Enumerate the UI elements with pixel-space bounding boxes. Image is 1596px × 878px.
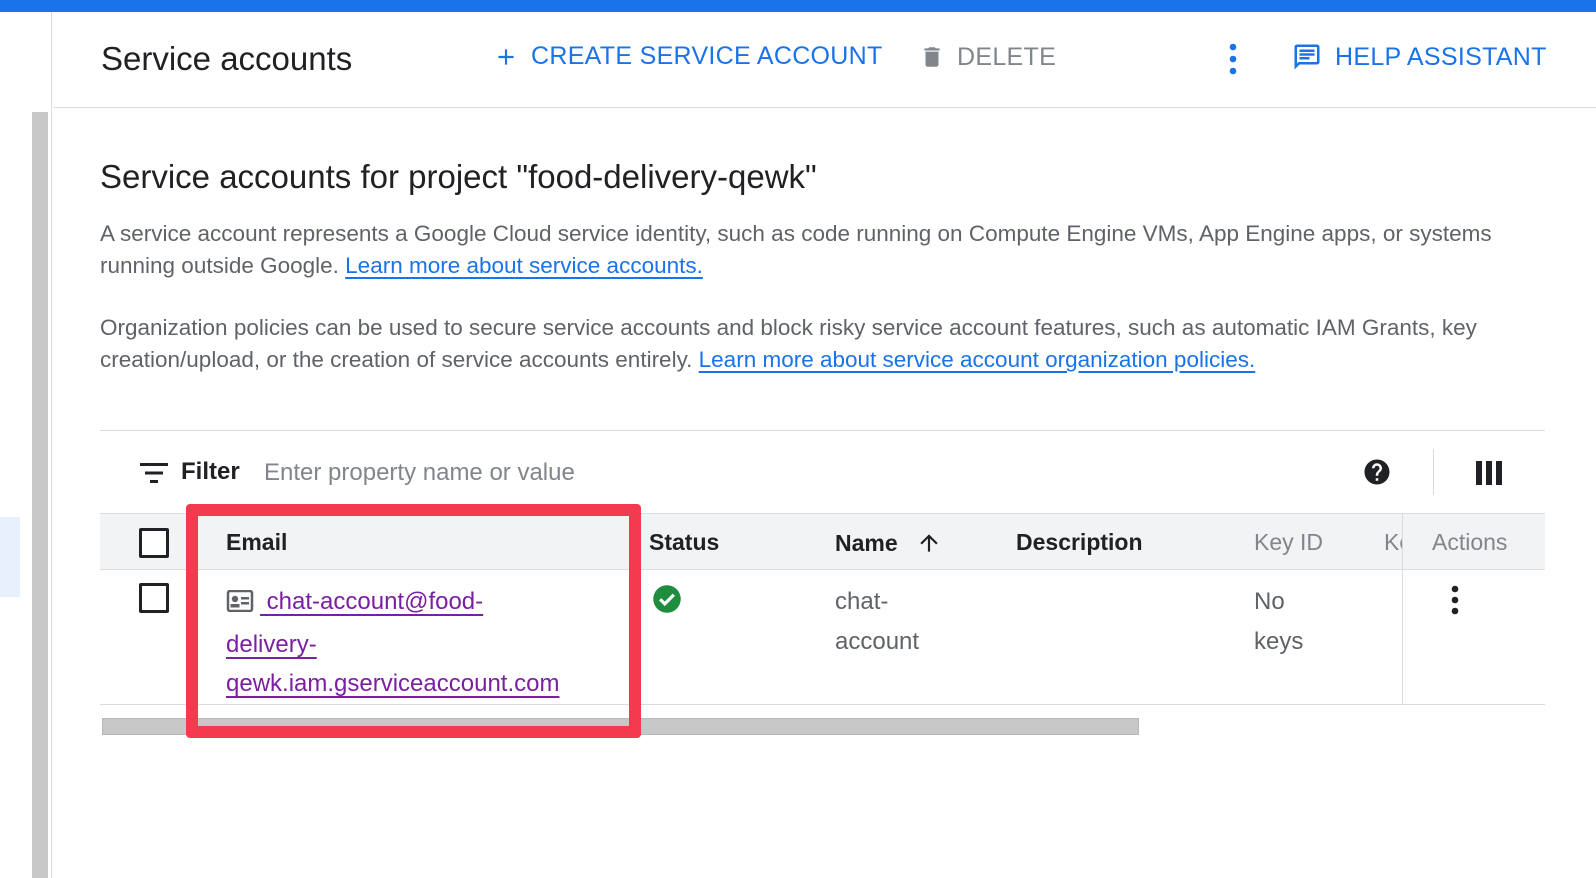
left-nav-rail — [0, 12, 52, 878]
page-header: Service accounts CREATE SERVICE ACCOUNT … — [53, 12, 1596, 108]
learn-more-org-policies-link[interactable]: Learn more about service account organiz… — [699, 347, 1256, 372]
section-title: Service accounts for project "food-deliv… — [100, 158, 817, 195]
column-header-email[interactable]: Email — [226, 529, 287, 556]
nav-selection-marker — [0, 517, 20, 597]
trash-icon — [919, 42, 945, 72]
table-header: Email Status Name Description Key ID Ke … — [100, 513, 1545, 570]
filter-input[interactable] — [264, 455, 864, 491]
column-header-key-creation[interactable]: Ke — [1384, 529, 1402, 556]
email-cell: chat-account@food-delivery-qewk.iam.gser… — [226, 582, 606, 704]
feedback-icon — [1291, 42, 1323, 72]
service-accounts-table: Filter Email Status Name Description Key… — [100, 430, 1545, 705]
service-account-icon — [226, 585, 256, 625]
plus-icon — [493, 44, 519, 70]
email-line-1: chat-account@food- — [260, 588, 484, 615]
column-header-name-label: Name — [835, 529, 898, 556]
column-header-status[interactable]: Status — [649, 529, 719, 556]
page-title: Service accounts — [101, 40, 353, 77]
column-header-actions: Actions — [1432, 529, 1508, 555]
email-line-3: qewk.iam.gserviceaccount.com — [226, 670, 560, 697]
help-assistant-button[interactable]: HELP ASSISTANT — [1291, 42, 1547, 72]
key-id-cell: No keys — [1254, 582, 1334, 661]
select-all-checkbox[interactable] — [139, 528, 169, 558]
name-line-2: account — [835, 627, 920, 655]
name-cell: chat- account — [835, 582, 945, 661]
service-account-email-link[interactable]: chat-account@food-delivery-qewk.iam.gser… — [226, 588, 559, 697]
intro-text: A service account represents a Google Cl… — [100, 221, 1492, 278]
top-accent-bar — [0, 0, 1596, 12]
table-row: chat-account@food-delivery-qewk.iam.gser… — [100, 570, 1545, 705]
row-checkbox[interactable] — [139, 583, 169, 613]
delete-label: DELETE — [957, 42, 1057, 71]
key-line-1: No — [1254, 588, 1285, 615]
name-line-1: chat- — [835, 588, 889, 615]
key-line-2: keys — [1254, 627, 1304, 655]
intro-paragraph: A service account represents a Google Cl… — [100, 218, 1560, 282]
filter-icon[interactable] — [140, 461, 168, 490]
column-header-description[interactable]: Description — [1016, 529, 1143, 556]
left-scrollbar[interactable] — [32, 112, 48, 878]
column-header-name[interactable]: Name — [835, 529, 942, 557]
horizontal-scrollbar[interactable] — [102, 718, 1139, 735]
create-service-account-button[interactable]: CREATE SERVICE ACCOUNT — [493, 42, 883, 71]
column-header-key-id[interactable]: Key ID — [1254, 529, 1323, 556]
filter-label: Filter — [181, 458, 240, 485]
row-actions-menu-icon[interactable] — [1445, 584, 1465, 623]
columns-icon[interactable] — [1476, 461, 1502, 490]
policy-paragraph: Organization policies can be used to sec… — [100, 312, 1560, 376]
learn-more-service-accounts-link[interactable]: Learn more about service accounts. — [345, 253, 703, 278]
actions-column-divider — [1402, 513, 1403, 705]
help-icon[interactable] — [1362, 457, 1392, 492]
create-service-account-label: CREATE SERVICE ACCOUNT — [531, 42, 883, 70]
delete-button[interactable]: DELETE — [919, 42, 1056, 72]
more-vert-icon[interactable] — [1223, 42, 1243, 78]
filter-bar: Filter — [100, 431, 1545, 513]
help-assistant-label: HELP ASSISTANT — [1335, 42, 1547, 71]
email-line-2: delivery- — [226, 630, 317, 658]
toolbar-divider — [1433, 449, 1434, 495]
main-content: Service accounts for project "food-deliv… — [100, 150, 1560, 376]
arrow-up-icon — [916, 529, 942, 557]
check-circle-icon — [652, 584, 682, 619]
